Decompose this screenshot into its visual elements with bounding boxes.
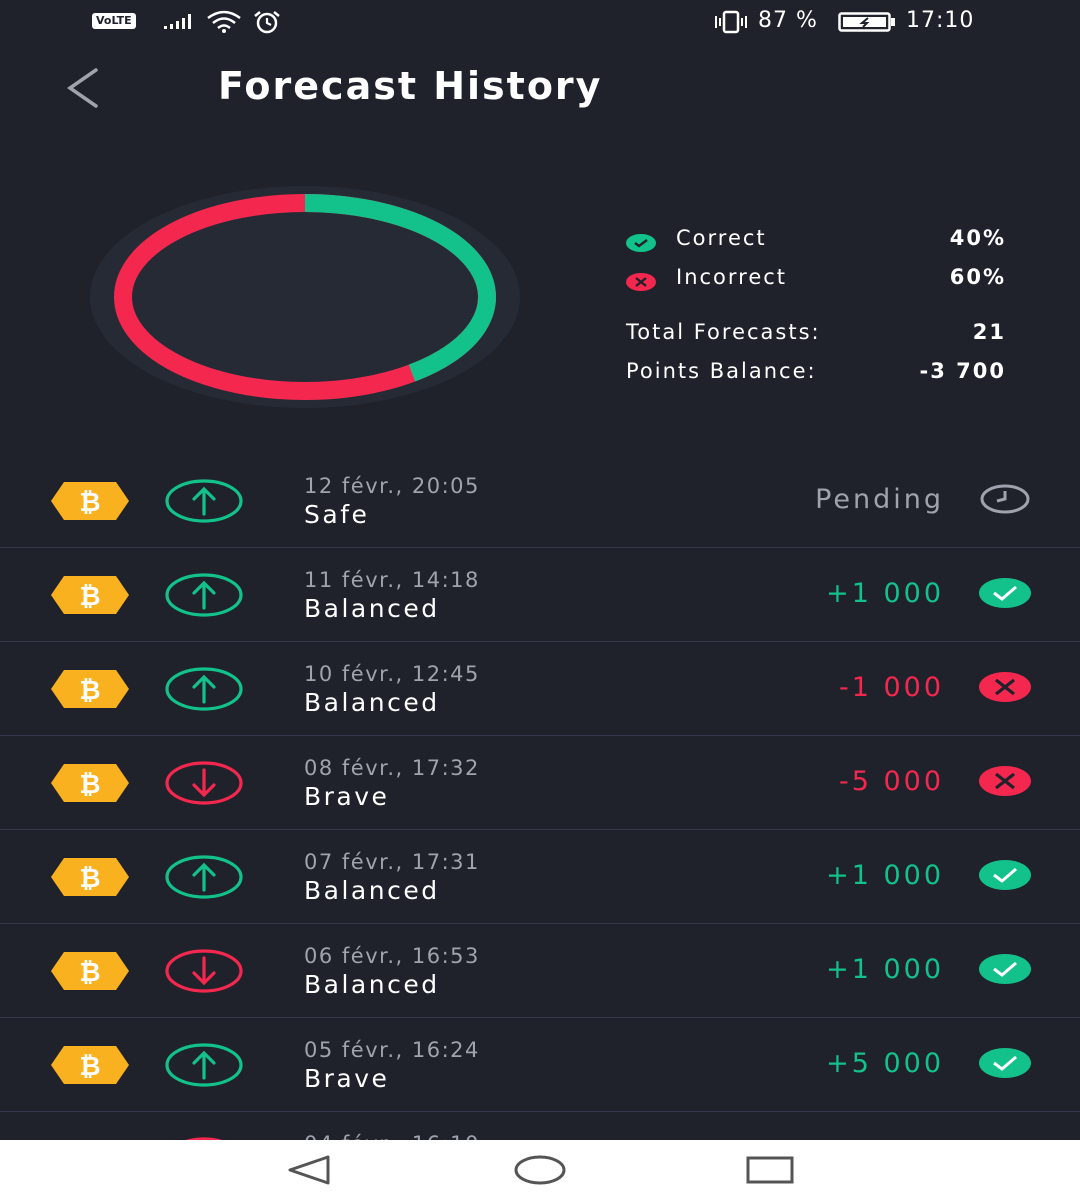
svg-text:₿: ₿: [79, 676, 100, 706]
forecast-result: Pending: [815, 484, 944, 515]
forecast-row[interactable]: ₿ 11 févr., 14:18 Balanced +1 000: [0, 548, 1080, 642]
forecast-row[interactable]: ₿ 07 févr., 17:31 Balanced +1 000: [0, 830, 1080, 924]
page-title: Forecast History: [218, 64, 603, 108]
forecast-date: 07 févr., 17:31: [304, 850, 480, 874]
forecast-date: 10 févr., 12:45: [304, 662, 480, 686]
navigation-bar: [0, 1140, 1080, 1200]
results-donut: [90, 186, 520, 408]
balance-value: -3 700: [919, 359, 1006, 383]
arrow-up-icon: [165, 667, 243, 711]
bitcoin-icon: ₿: [51, 858, 129, 896]
wifi-icon: [207, 10, 241, 33]
chevron-left-icon: [66, 68, 98, 108]
check-icon: [979, 578, 1031, 608]
forecast-result: +1 000: [826, 860, 944, 891]
clock-icon: [980, 484, 1030, 514]
forecast-result: +1 000: [826, 954, 944, 985]
bitcoin-icon: ₿: [51, 576, 129, 614]
arrow-up-icon: [165, 479, 243, 523]
forecast-date: 08 févr., 17:32: [304, 756, 480, 780]
svg-text:₿: ₿: [79, 488, 100, 518]
forecast-strategy: Balanced: [304, 594, 440, 623]
back-button[interactable]: [62, 66, 106, 110]
nav-back-icon[interactable]: [284, 1154, 332, 1186]
arrow-down-icon: [165, 949, 243, 993]
forecast-result: -5 000: [838, 766, 944, 797]
bitcoin-icon: ₿: [51, 482, 129, 520]
forecast-strategy: Balanced: [304, 970, 440, 999]
volte-badge: VoLTE: [92, 13, 136, 29]
arrow-up-icon: [165, 855, 243, 899]
forecast-strategy: Balanced: [304, 876, 440, 905]
forecast-date: 04 févr., 16:10: [304, 1132, 480, 1140]
cross-icon: [979, 672, 1031, 702]
balance-label: Points Balance:: [626, 359, 817, 383]
forecast-date: 11 févr., 14:18: [304, 568, 480, 592]
bitcoin-icon: ₿: [51, 952, 129, 990]
svg-text:₿: ₿: [79, 864, 100, 894]
check-icon: [626, 234, 656, 252]
correct-stat: Correct 40%: [622, 226, 1012, 256]
forecast-strategy: Balanced: [304, 688, 440, 717]
vibrate-icon: [715, 10, 747, 34]
svg-text:₿: ₿: [79, 1052, 100, 1082]
arrow-up-icon: [165, 573, 243, 617]
nav-recents-icon[interactable]: [744, 1154, 796, 1186]
forecast-row[interactable]: ₿ 06 févr., 16:53 Balanced +1 000: [0, 924, 1080, 1018]
nav-home-icon[interactable]: [512, 1154, 568, 1186]
forecast-strategy: Brave: [304, 782, 390, 811]
bitcoin-icon: ₿: [51, 1046, 129, 1084]
incorrect-value: 60%: [949, 265, 1006, 289]
forecast-row[interactable]: ₿ 05 févr., 16:24 Brave +5 000: [0, 1018, 1080, 1112]
status-bar: VoLTE 87 % 17:10: [0, 0, 1080, 44]
bitcoin-icon: ₿: [51, 670, 129, 708]
forecast-row[interactable]: ₿ 12 févr., 20:05 Safe Pending: [0, 454, 1080, 548]
cross-icon: [979, 766, 1031, 796]
forecast-date: 05 févr., 16:24: [304, 1038, 480, 1062]
clock: 17:10: [906, 8, 975, 33]
signal-icon: [164, 14, 191, 29]
battery-percent: 87 %: [758, 8, 818, 33]
total-label: Total Forecasts:: [626, 320, 821, 344]
incorrect-label: Incorrect: [676, 265, 788, 289]
total-value: 21: [972, 320, 1006, 344]
battery-icon: [838, 12, 895, 32]
forecast-date: 06 févr., 16:53: [304, 944, 480, 968]
correct-label: Correct: [676, 226, 767, 250]
bitcoin-icon: ₿: [51, 764, 129, 802]
forecast-strategy: Brave: [304, 1064, 390, 1093]
check-icon: [979, 860, 1031, 890]
forecast-result: +5 000: [826, 1048, 944, 1079]
check-icon: [979, 1048, 1031, 1078]
forecast-result: +1 000: [826, 578, 944, 609]
arrow-up-icon: [165, 1043, 243, 1087]
svg-text:₿: ₿: [79, 958, 100, 988]
forecast-strategy: Safe: [304, 500, 370, 529]
cross-icon: [626, 273, 656, 291]
header: Forecast History: [0, 50, 1080, 130]
correct-value: 40%: [949, 226, 1006, 250]
svg-text:₿: ₿: [79, 582, 100, 612]
forecast-list: ₿ 12 févr., 20:05 Safe Pending ₿ 11 févr…: [0, 454, 1080, 1140]
forecast-result: -1 000: [838, 672, 944, 703]
svg-text:₿: ₿: [79, 770, 100, 800]
alarm-icon: [254, 11, 280, 34]
arrow-down-icon: [165, 761, 243, 805]
incorrect-stat: Incorrect 60%: [622, 265, 1012, 295]
forecast-row[interactable]: ₿ 10 févr., 12:45 Balanced -1 000: [0, 642, 1080, 736]
forecast-date: 12 févr., 20:05: [304, 474, 480, 498]
forecast-row[interactable]: ₿ 04 févr., 16:10: [0, 1112, 1080, 1140]
forecast-row[interactable]: ₿ 08 févr., 17:32 Brave -5 000: [0, 736, 1080, 830]
check-icon: [979, 954, 1031, 984]
